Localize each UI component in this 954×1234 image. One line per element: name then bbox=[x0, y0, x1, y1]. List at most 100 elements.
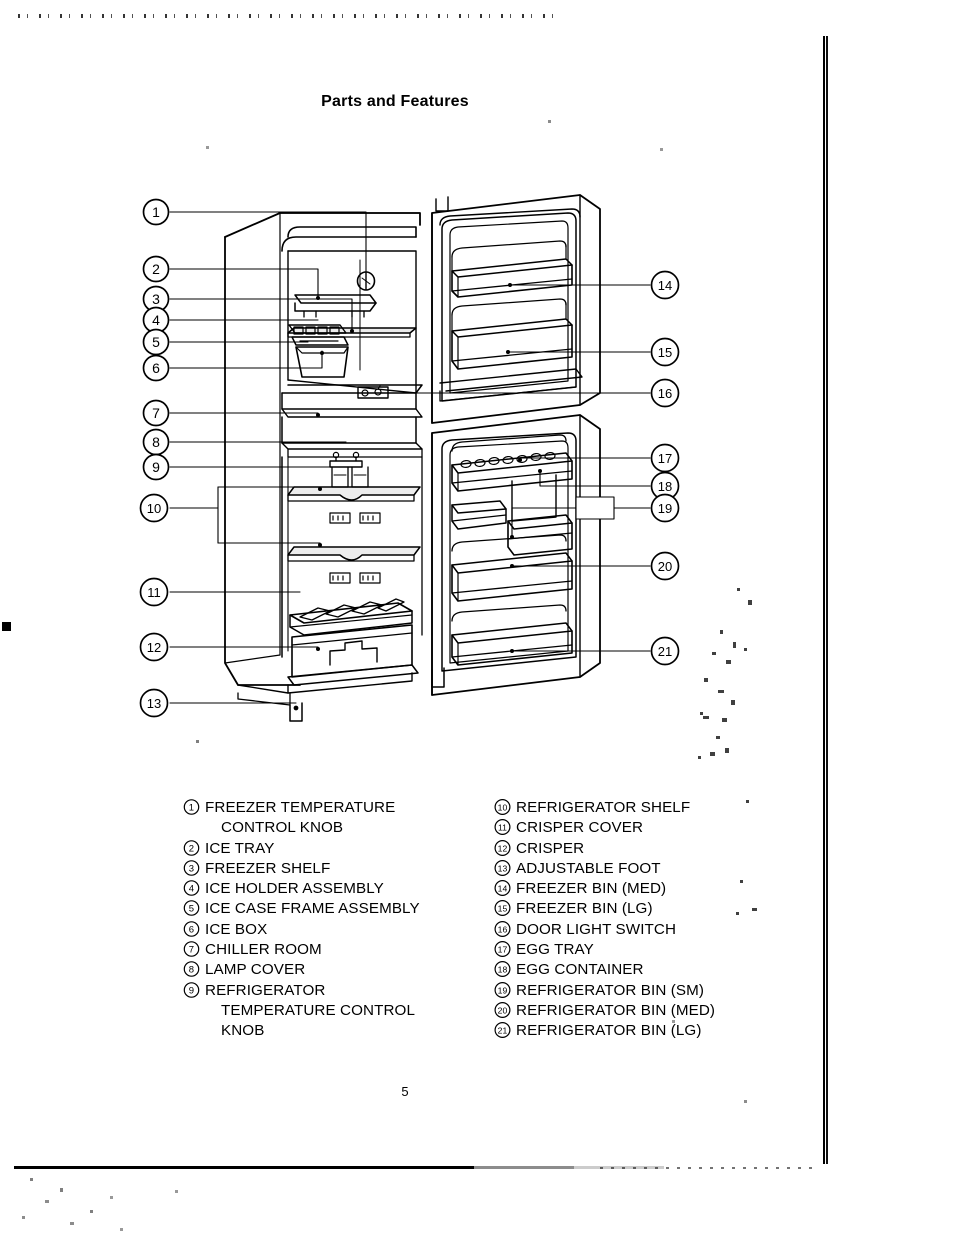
legend-label: REFRIGERATOR SHELF bbox=[516, 799, 691, 816]
legend-item: 10 REFRIGERATOR SHELF bbox=[494, 798, 743, 818]
refrigerator-diagram: 1 2 3 4 5 6 7 8 9 10 11 12 13 14 15 16 1… bbox=[0, 165, 790, 745]
callout-2: 2 bbox=[142, 255, 170, 283]
legend-item: 11 CRISPER COVER bbox=[494, 818, 743, 838]
legend-number-12: 12 bbox=[494, 839, 513, 856]
legend-label: CRISPER bbox=[516, 839, 585, 857]
svg-text:18: 18 bbox=[498, 965, 508, 975]
callout-19: 19 bbox=[650, 493, 680, 523]
callout-14: 14 bbox=[650, 270, 680, 300]
legend-item: 21 REFRIGERATOR BIN (LG) bbox=[494, 1021, 743, 1041]
legend-number-9: 9 bbox=[183, 981, 202, 998]
legend-number-16: 16 bbox=[494, 920, 513, 937]
callout-17: 17 bbox=[650, 443, 680, 473]
svg-text:6: 6 bbox=[189, 924, 194, 935]
scan-artifact-right-edge bbox=[823, 36, 828, 1164]
legend-item: 4 ICE HOLDER ASSEMBLY bbox=[183, 879, 434, 899]
svg-text:9: 9 bbox=[189, 985, 194, 996]
legend-label: EGG TRAY bbox=[516, 941, 594, 959]
legend-item: 14 FREEZER BIN (MED) bbox=[494, 879, 743, 899]
callout-8: 8 bbox=[142, 428, 170, 456]
legend-label: FREEZER SHELF bbox=[205, 859, 331, 877]
svg-text:2: 2 bbox=[189, 843, 194, 854]
svg-text:10: 10 bbox=[498, 802, 508, 812]
callout-12: 12 bbox=[139, 632, 169, 662]
callout-13: 13 bbox=[139, 688, 169, 718]
legend-number-3: 3 bbox=[183, 859, 202, 876]
legend-number-5: 5 bbox=[183, 899, 202, 917]
callout-5: 5 bbox=[142, 328, 170, 356]
svg-text:8: 8 bbox=[189, 965, 194, 976]
svg-text:5: 5 bbox=[152, 334, 160, 350]
legend-label: CRISPER COVER bbox=[516, 819, 644, 837]
legend-label: REFRIGERATOR BIN (MED) bbox=[516, 1001, 716, 1019]
legend-column-left: 1 FREEZER TEMPERATURE CONTROL KNOB 2 ICE… bbox=[183, 798, 434, 1042]
legend-item: 19 REFRIGERATOR BIN (SM) bbox=[494, 981, 743, 1001]
legend-label: REFRIGERATOR TEMPERATURE CONTROL KNOB bbox=[202, 981, 415, 1042]
legend-label: LAMP COVER bbox=[205, 961, 306, 979]
legend-item: 3 FREEZER SHELF bbox=[183, 859, 434, 879]
svg-text:4: 4 bbox=[152, 312, 160, 328]
svg-text:17: 17 bbox=[498, 944, 508, 954]
legend-number-10: 10 bbox=[494, 798, 513, 815]
scan-artifact-bottom-edge-2 bbox=[600, 1167, 820, 1169]
svg-text:13: 13 bbox=[147, 696, 161, 711]
legend-item: 7 CHILLER ROOM bbox=[183, 940, 434, 960]
legend-number-2: 2 bbox=[183, 839, 202, 856]
page-number: 5 bbox=[401, 1084, 409, 1099]
legend-label-continuation: TEMPERATURE CONTROL KNOB bbox=[221, 1001, 416, 1040]
legend-item: 12 CRISPER bbox=[494, 839, 743, 859]
legend-label: DOOR LIGHT SWITCH bbox=[516, 920, 677, 938]
legend-number-17: 17 bbox=[494, 940, 513, 958]
svg-text:15: 15 bbox=[658, 345, 672, 360]
legend-number-4: 4 bbox=[183, 879, 202, 896]
svg-text:12: 12 bbox=[498, 843, 508, 853]
legend-item: 6 ICE BOX bbox=[183, 920, 434, 940]
legend-item: 16 DOOR LIGHT SWITCH bbox=[494, 920, 743, 940]
legend-label: ICE TRAY bbox=[205, 839, 275, 857]
callout-20: 20 bbox=[650, 551, 680, 581]
svg-text:11: 11 bbox=[498, 823, 507, 833]
svg-text:8: 8 bbox=[152, 434, 160, 450]
svg-text:7: 7 bbox=[189, 945, 194, 956]
svg-text:5: 5 bbox=[189, 904, 194, 915]
svg-text:1: 1 bbox=[152, 204, 160, 220]
legend-label: ICE CASE FRAME ASSEMBLY bbox=[205, 900, 420, 918]
svg-text:6: 6 bbox=[152, 360, 160, 376]
legend-number-8: 8 bbox=[183, 960, 202, 978]
legend-label: REFRIGERATOR BIN (LG) bbox=[516, 1022, 702, 1040]
svg-text:4: 4 bbox=[189, 884, 194, 895]
legend-label: REFRIGERATOR BIN (SM) bbox=[516, 981, 705, 999]
svg-text:2: 2 bbox=[152, 261, 160, 277]
legend-number-14: 14 bbox=[494, 879, 513, 897]
legend-number-20: 20 bbox=[494, 1001, 513, 1018]
svg-text:15: 15 bbox=[498, 904, 508, 914]
scan-artifact-top-edge bbox=[18, 14, 558, 18]
legend-item: 20 REFRIGERATOR BIN (MED) bbox=[494, 1001, 743, 1021]
callout-9: 9 bbox=[142, 453, 170, 481]
legend-item: 2 ICE TRAY bbox=[183, 839, 434, 859]
callout-16: 16 bbox=[650, 378, 680, 408]
legend-column-right: 10 REFRIGERATOR SHELF 11 CRISPER COVER 1… bbox=[494, 798, 743, 1042]
legend-label: FREEZER BIN (LG) bbox=[516, 900, 653, 918]
svg-text:12: 12 bbox=[147, 640, 161, 655]
parts-legend: 1 FREEZER TEMPERATURE CONTROL KNOB 2 ICE… bbox=[183, 798, 743, 1042]
page-title: Parts and Features bbox=[321, 93, 469, 110]
callout-1: 1 bbox=[142, 198, 170, 226]
legend-item: 18 EGG CONTAINER bbox=[494, 960, 743, 980]
legend-item: 1 FREEZER TEMPERATURE CONTROL KNOB bbox=[183, 798, 434, 839]
svg-text:3: 3 bbox=[189, 863, 194, 874]
legend-label: EGG CONTAINER bbox=[516, 961, 644, 979]
svg-text:14: 14 bbox=[658, 278, 672, 293]
svg-text:7: 7 bbox=[152, 405, 160, 421]
svg-text:3: 3 bbox=[152, 291, 160, 307]
legend-number-13: 13 bbox=[494, 859, 513, 876]
svg-text:17: 17 bbox=[658, 451, 672, 466]
callout-11: 11 bbox=[139, 577, 169, 607]
svg-text:21: 21 bbox=[658, 644, 672, 659]
legend-number-15: 15 bbox=[494, 899, 513, 917]
legend-item: 9 REFRIGERATOR TEMPERATURE CONTROL KNOB bbox=[183, 981, 434, 1042]
svg-text:20: 20 bbox=[498, 1005, 508, 1015]
svg-text:19: 19 bbox=[658, 501, 672, 516]
svg-text:14: 14 bbox=[498, 884, 508, 894]
legend-label: FREEZER TEMPERATURE CONTROL KNOB bbox=[205, 799, 396, 837]
